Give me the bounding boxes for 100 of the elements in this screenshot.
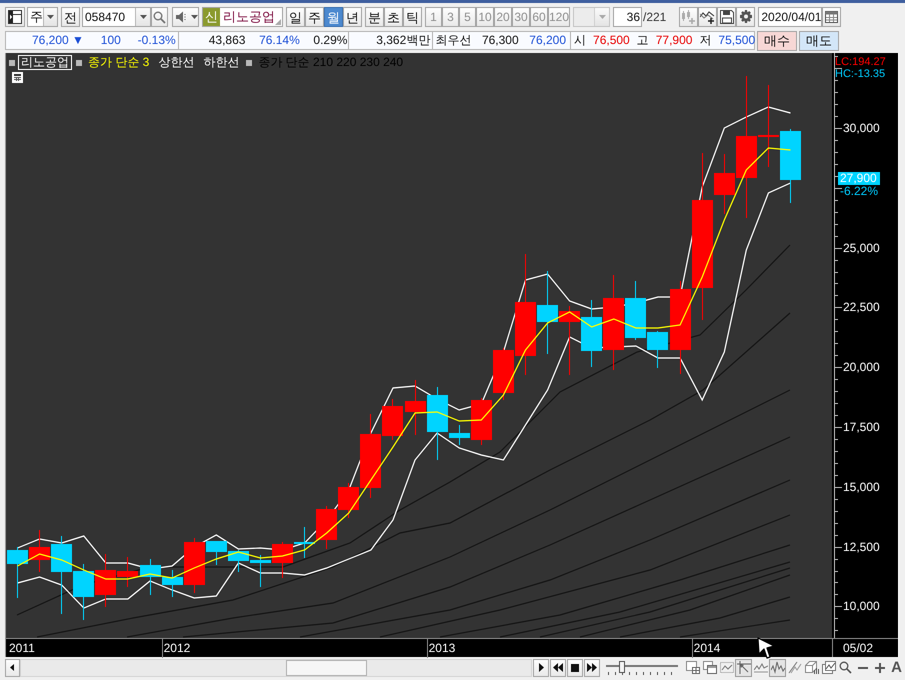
- quote-value: 76,200: [529, 32, 566, 49]
- quote-value: -0.13%: [138, 32, 176, 49]
- time-unit-button[interactable]: 틱: [403, 7, 422, 27]
- fast-forward-button[interactable]: [584, 658, 600, 676]
- layout-button[interactable]: [5, 7, 25, 27]
- falling-candle: [206, 541, 227, 565]
- sell-button[interactable]: 매도: [799, 30, 839, 50]
- candles-plus-icon: [681, 10, 696, 24]
- quote-label: 저: [699, 32, 712, 49]
- settings-icon: [738, 10, 753, 24]
- rewind-button[interactable]: [550, 658, 566, 676]
- period-tab[interactable]: 주: [305, 7, 324, 27]
- zoom-button[interactable]: [837, 658, 854, 676]
- period-dropdown[interactable]: 주: [27, 7, 58, 27]
- stock-tag: 신: [203, 8, 220, 26]
- box-bars-button[interactable]: [803, 658, 820, 676]
- legend-label[interactable]: 리노공업: [18, 55, 72, 70]
- grid-icon[interactable]: [12, 72, 23, 83]
- search-button[interactable]: [151, 7, 168, 27]
- time-unit-button[interactable]: 분: [365, 7, 384, 27]
- period-tab[interactable]: 년: [343, 7, 362, 27]
- scroll-left-button[interactable]: [5, 658, 20, 676]
- falling-candle: [7, 547, 28, 598]
- window-grid-icon: [686, 661, 700, 674]
- price-label: 22,500: [843, 300, 880, 314]
- corner-triangle-icon: [275, 19, 281, 25]
- line-chart-plus-icon: [700, 10, 716, 24]
- legend-square-icon: [76, 60, 82, 66]
- search-icon: [153, 10, 166, 24]
- rising-candle: [559, 306, 580, 375]
- caret-icon: [191, 15, 198, 19]
- scrollbar-thumb[interactable]: [286, 660, 367, 676]
- arrow-left-icon: [10, 664, 14, 671]
- time-unit-button[interactable]: 초: [384, 7, 403, 27]
- rising-candle: [316, 506, 337, 549]
- stop-icon: [571, 664, 580, 672]
- search-icon: [839, 661, 852, 674]
- calendar-icon: [825, 11, 838, 23]
- chart-tool-button[interactable]: [698, 7, 718, 27]
- quote-value: 76,500: [593, 32, 630, 49]
- rising-candle: [184, 538, 205, 593]
- chart-image-button[interactable]: [820, 658, 838, 676]
- quote-value: 0.29%: [313, 32, 348, 49]
- quote-value: 77,900: [656, 32, 692, 49]
- rising-candle: [29, 530, 50, 572]
- play-button[interactable]: [533, 658, 550, 676]
- date-label: 2011: [9, 641, 35, 655]
- window-grid-button[interactable]: [684, 658, 702, 676]
- caret-icon: [598, 15, 606, 19]
- wave-line-icon: [754, 661, 768, 674]
- code-field[interactable]: 058470: [82, 7, 151, 27]
- slider-thumb[interactable]: [618, 660, 625, 672]
- quote-label: 고: [636, 32, 649, 49]
- legend-square-icon: [246, 60, 252, 66]
- falling-candle: [73, 564, 94, 620]
- calendar-button[interactable]: [822, 7, 842, 27]
- font-button[interactable]: A: [888, 658, 905, 676]
- chart-tool-button[interactable]: [736, 7, 756, 27]
- rising-candle: [471, 398, 492, 445]
- date-label: 2014: [694, 641, 720, 655]
- wave-chart-icon: [770, 661, 785, 674]
- legend-square-icon: [9, 60, 15, 66]
- legend-label[interactable]: 상한선: [155, 55, 198, 70]
- quote-value: 76.14%: [259, 32, 300, 49]
- previous-button[interactable]: 전: [61, 7, 80, 27]
- indicator-value: HC:-13.35: [835, 68, 886, 80]
- quote-value: 76,200 ▼: [32, 32, 84, 49]
- crosshair-line-icon: [736, 661, 751, 674]
- buy-button[interactable]: 매수: [757, 30, 797, 50]
- chart-tool-button[interactable]: [717, 7, 736, 27]
- caret-icon: [47, 15, 54, 19]
- price-label: 10,000: [843, 599, 880, 614]
- count-field[interactable]: 36: [613, 7, 642, 27]
- legend-label[interactable]: 종가 단순 3: [85, 55, 152, 70]
- panel-layout-icon: [8, 10, 22, 24]
- caret-icon: [140, 15, 146, 19]
- price-label: 20,000: [843, 360, 880, 374]
- quote-label: 시: [574, 32, 586, 49]
- falling-candle: [294, 527, 315, 558]
- quote-label: 최우선: [435, 32, 472, 49]
- stock-name-field[interactable]: 신 리노공업: [202, 7, 283, 27]
- legend-label[interactable]: 하한선: [200, 55, 242, 70]
- sound-button[interactable]: [172, 7, 199, 27]
- horizontal-scrollbar[interactable]: [20, 658, 532, 676]
- wave-chart-button[interactable]: [769, 658, 786, 676]
- plus-icon: [874, 662, 885, 672]
- period-tab[interactable]: 일: [286, 7, 305, 27]
- stop-button[interactable]: [567, 658, 584, 676]
- overlap-windows-button[interactable]: [701, 658, 718, 676]
- date-label: 05/02: [843, 641, 874, 655]
- fast-forward-icon: [587, 663, 598, 672]
- date-field[interactable]: 2020/04/01: [758, 7, 822, 27]
- zoom-slider[interactable]: [606, 658, 678, 676]
- play-icon: [538, 663, 544, 672]
- crosshair-line-button[interactable]: [735, 658, 752, 676]
- dotted-chart-icon: [720, 661, 734, 674]
- stock-name: 리노공업: [223, 8, 275, 26]
- price-label: 12,500: [843, 540, 880, 554]
- price-label: 25,000: [843, 240, 880, 255]
- period-tab[interactable]: 월: [324, 7, 343, 27]
